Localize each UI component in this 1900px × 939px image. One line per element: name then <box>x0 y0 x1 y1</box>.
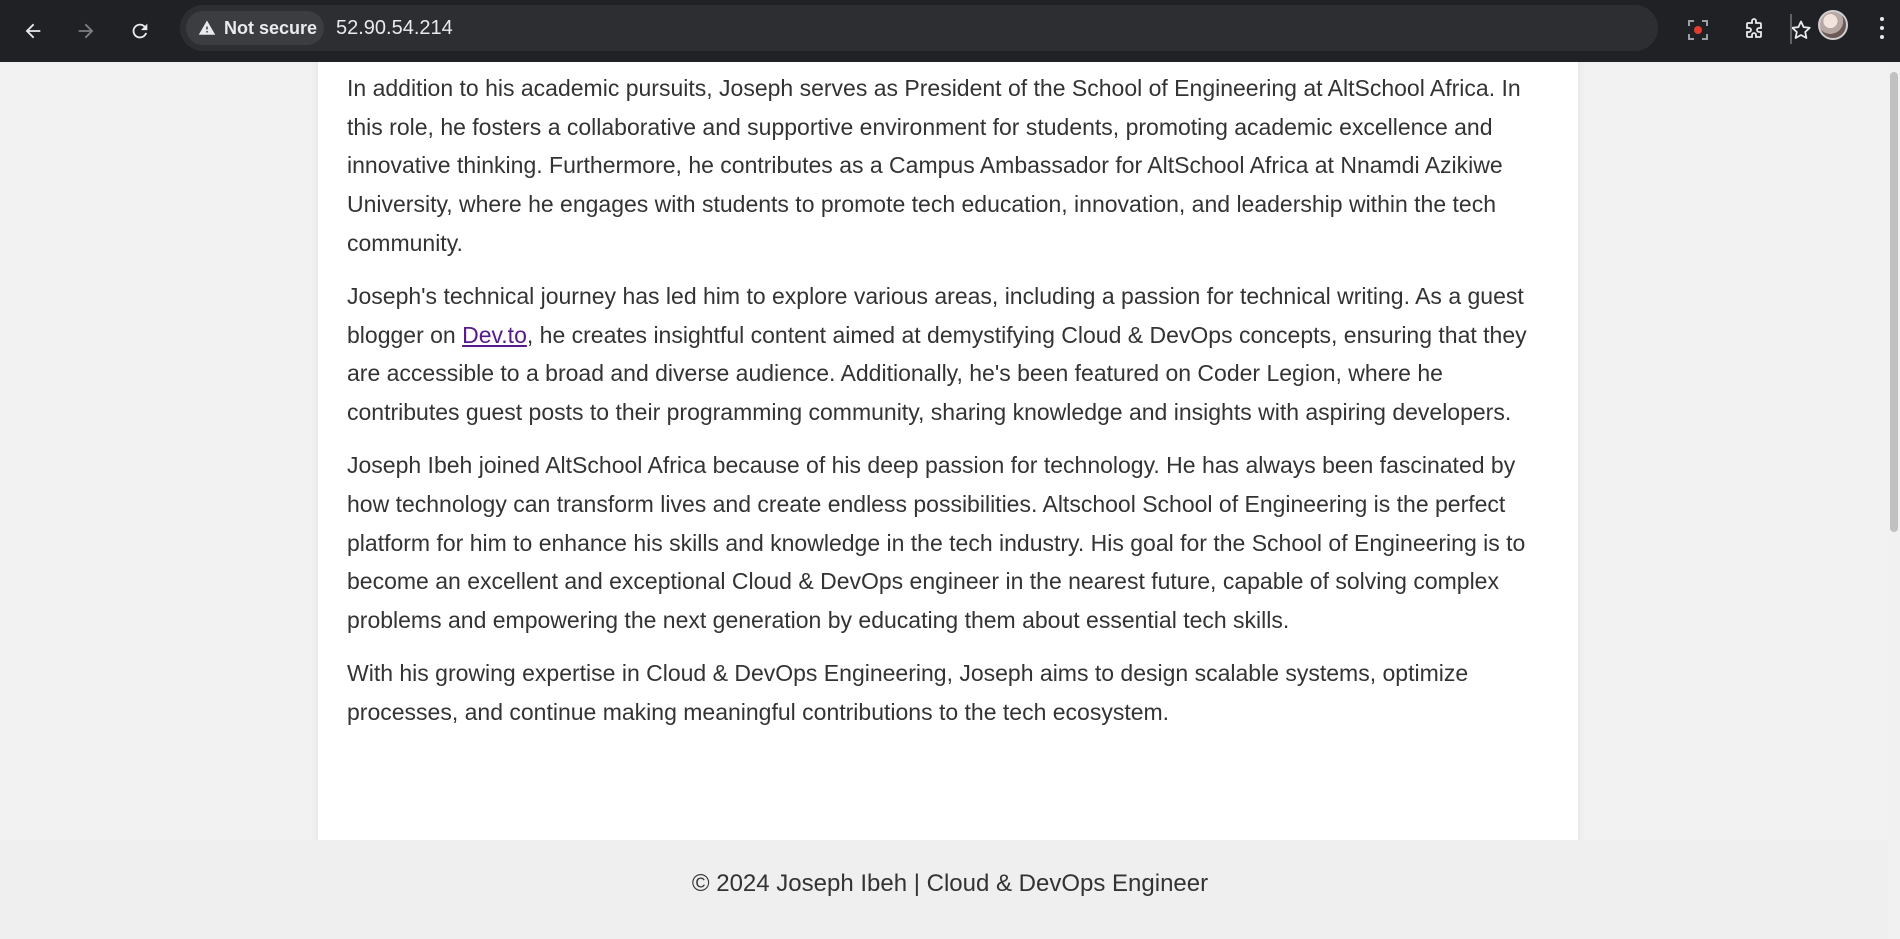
devto-link[interactable]: Dev.to <box>462 322 527 348</box>
warning-icon <box>198 20 216 35</box>
browser-toolbar: Not secure 52.90.54.214 <box>0 0 1900 62</box>
page-scrollbar[interactable] <box>1888 62 1900 939</box>
site-footer: © 2024 Joseph Ibeh | Cloud & DevOps Engi… <box>0 840 1900 939</box>
browser-menu-icon[interactable] <box>1878 14 1886 46</box>
reload-icon <box>132 23 148 39</box>
site-info-chip[interactable]: Not secure <box>186 11 324 45</box>
forward-arrow-icon <box>78 23 94 39</box>
back-button[interactable] <box>15 13 51 49</box>
scrollbar-thumb[interactable] <box>1890 72 1898 532</box>
back-arrow-icon <box>25 23 41 39</box>
reload-button[interactable] <box>122 13 158 49</box>
star-icon <box>1791 20 1811 39</box>
puzzle-icon <box>1746 18 1762 38</box>
about-content: In addition to his academic pursuits, Jo… <box>347 69 1547 746</box>
extensions-button[interactable] <box>1736 12 1772 48</box>
address-bar[interactable]: Not secure 52.90.54.214 <box>180 5 1811 51</box>
toolbar-separator <box>1790 14 1792 44</box>
forward-button[interactable] <box>68 13 104 49</box>
paragraph-motivation: Joseph Ibeh joined AltSchool Africa beca… <box>347 452 1526 634</box>
screen-capture-button[interactable] <box>1680 12 1716 48</box>
security-label: Not secure <box>224 17 318 38</box>
url-text[interactable]: 52.90.54.214 <box>336 17 453 40</box>
screen-record-icon <box>1688 20 1708 40</box>
paragraph-goals: With his growing expertise in Cloud & De… <box>347 660 1469 726</box>
paragraph-leadership: In addition to his academic pursuits, Jo… <box>347 75 1521 256</box>
paragraph-technical-writing: Joseph's technical journey has led him t… <box>347 277 1547 432</box>
page-viewport: In addition to his academic pursuits, Jo… <box>0 62 1900 939</box>
profile-avatar[interactable] <box>1818 10 1848 40</box>
footer-copyright: © 2024 Joseph Ibeh | Cloud & DevOps Engi… <box>691 870 1209 897</box>
